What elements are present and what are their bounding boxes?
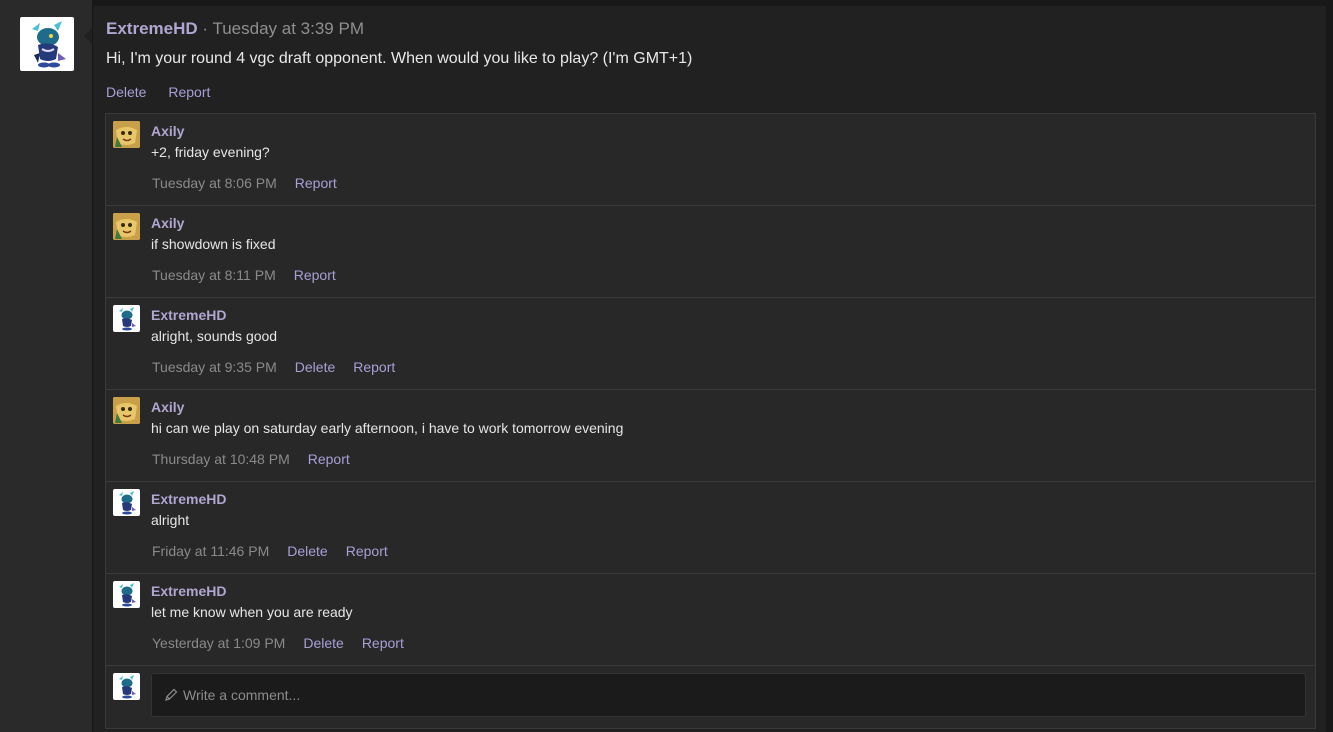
comment-text: +2, friday evening?	[151, 144, 270, 160]
comment-report-link[interactable]: Report	[294, 267, 336, 283]
comment-timestamp[interactable]: Tuesday at 9:35 PM	[152, 359, 277, 375]
post-separator: ·	[197, 19, 213, 38]
comment-avatar[interactable]	[113, 489, 140, 516]
comment-author[interactable]: ExtremeHD	[151, 583, 226, 599]
comment-item: Axily if showdown is fixed Tuesday at 8:11…	[106, 206, 1315, 298]
comment-delete-link[interactable]: Delete	[295, 359, 335, 375]
comment-avatar[interactable]	[113, 213, 140, 240]
comment-timestamp[interactable]: Tuesday at 8:11 PM	[152, 267, 276, 283]
profile-post-page: ExtremeHD · Tuesday at 3:39 PM Hi, I'm y…	[0, 0, 1333, 732]
comment-avatar[interactable]	[113, 305, 140, 332]
comment-report-link[interactable]: Report	[295, 175, 337, 191]
comment-item: ExtremeHD alright, sounds good Tuesday at …	[106, 298, 1315, 390]
comment-report-link[interactable]: Report	[346, 543, 388, 559]
comment-delete-link[interactable]: Delete	[303, 635, 343, 651]
comment-avatar[interactable]	[113, 581, 140, 608]
comment-delete-link[interactable]: Delete	[287, 543, 327, 559]
extremehd-avatar-icon	[115, 490, 138, 515]
post-pointer-arrow	[84, 28, 92, 44]
comment-report-link[interactable]: Report	[353, 359, 395, 375]
comment-text: alright, sounds good	[151, 328, 278, 344]
comment-timestamp[interactable]: Thursday at 10:48 PM	[152, 451, 290, 467]
reply-row: Write a comment...	[106, 666, 1315, 728]
comment-author[interactable]: ExtremeHD	[151, 307, 226, 323]
comment-input-placeholder: Write a comment...	[183, 687, 301, 703]
axily-avatar-icon	[113, 213, 140, 240]
axily-avatar-icon	[113, 121, 140, 148]
post-header: ExtremeHD · Tuesday at 3:39 PM	[106, 19, 364, 39]
comment-avatar[interactable]	[113, 397, 140, 424]
comment-report-link[interactable]: Report	[362, 635, 404, 651]
axily-avatar-icon	[113, 397, 140, 424]
comment-report-link[interactable]: Report	[308, 451, 350, 467]
comment-item: Axily hi can we play on saturday early af…	[106, 390, 1315, 482]
comment-author[interactable]: Axily	[151, 123, 184, 139]
dragon-avatar-icon	[32, 21, 66, 68]
right-edge	[1326, 0, 1333, 732]
comment-timestamp[interactable]: Yesterday at 1:09 PM	[152, 635, 285, 651]
comment-meta: Tuesday at 8:11 PM Report	[152, 267, 354, 283]
comment-author[interactable]: Axily	[151, 399, 184, 415]
extremehd-avatar-icon	[115, 582, 138, 607]
comment-author[interactable]: ExtremeHD	[151, 491, 226, 507]
comment-input[interactable]: Write a comment...	[151, 673, 1306, 717]
comment-timestamp[interactable]: Friday at 11:46 PM	[152, 543, 269, 559]
left-gutter	[0, 0, 92, 732]
comment-meta: Tuesday at 9:35 PM Delete Report	[152, 359, 413, 375]
post-report-link[interactable]: Report	[168, 84, 210, 100]
comment-item: Axily +2, friday evening? Tuesday at 8:06 …	[106, 114, 1315, 206]
comment-container: Axily +2, friday evening? Tuesday at 8:06 …	[106, 114, 1315, 666]
pencil-icon	[164, 688, 178, 702]
reply-user-avatar[interactable]	[113, 673, 140, 700]
comment-text: if showdown is fixed	[151, 236, 276, 252]
comment-meta: Tuesday at 8:06 PM Report	[152, 175, 355, 191]
extremehd-avatar-icon	[115, 306, 138, 331]
comment-meta: Yesterday at 1:09 PM Delete Report	[152, 635, 422, 651]
post-actions: Delete Report	[106, 84, 228, 100]
comment-list: Axily +2, friday evening? Tuesday at 8:06 …	[105, 113, 1316, 729]
post-author-avatar[interactable]	[20, 17, 74, 71]
post-body: ExtremeHD · Tuesday at 3:39 PM Hi, I'm y…	[92, 6, 1327, 732]
comment-item: ExtremeHD let me know when you are ready Y…	[106, 574, 1315, 666]
comment-text: hi can we play on saturday early afterno…	[151, 420, 624, 436]
dragon-avatar-icon	[119, 675, 136, 699]
comment-item: ExtremeHD alright Friday at 11:46 PM Delete…	[106, 482, 1315, 574]
post-delete-link[interactable]: Delete	[106, 84, 146, 100]
post-timestamp[interactable]: Tuesday at 3:39 PM	[212, 19, 364, 38]
comment-timestamp[interactable]: Tuesday at 8:06 PM	[152, 175, 277, 191]
comment-avatar[interactable]	[113, 121, 140, 148]
comment-meta: Friday at 11:46 PM Delete Report	[152, 543, 406, 559]
comment-text: alright	[151, 512, 190, 528]
post-author-name[interactable]: ExtremeHD	[106, 19, 198, 38]
comment-text: let me know when you are ready	[151, 604, 353, 620]
post-message: Hi, I'm your round 4 vgc draft opponent.…	[106, 50, 693, 67]
comment-author[interactable]: Axily	[151, 215, 184, 231]
comment-meta: Thursday at 10:48 PM Report	[152, 451, 368, 467]
